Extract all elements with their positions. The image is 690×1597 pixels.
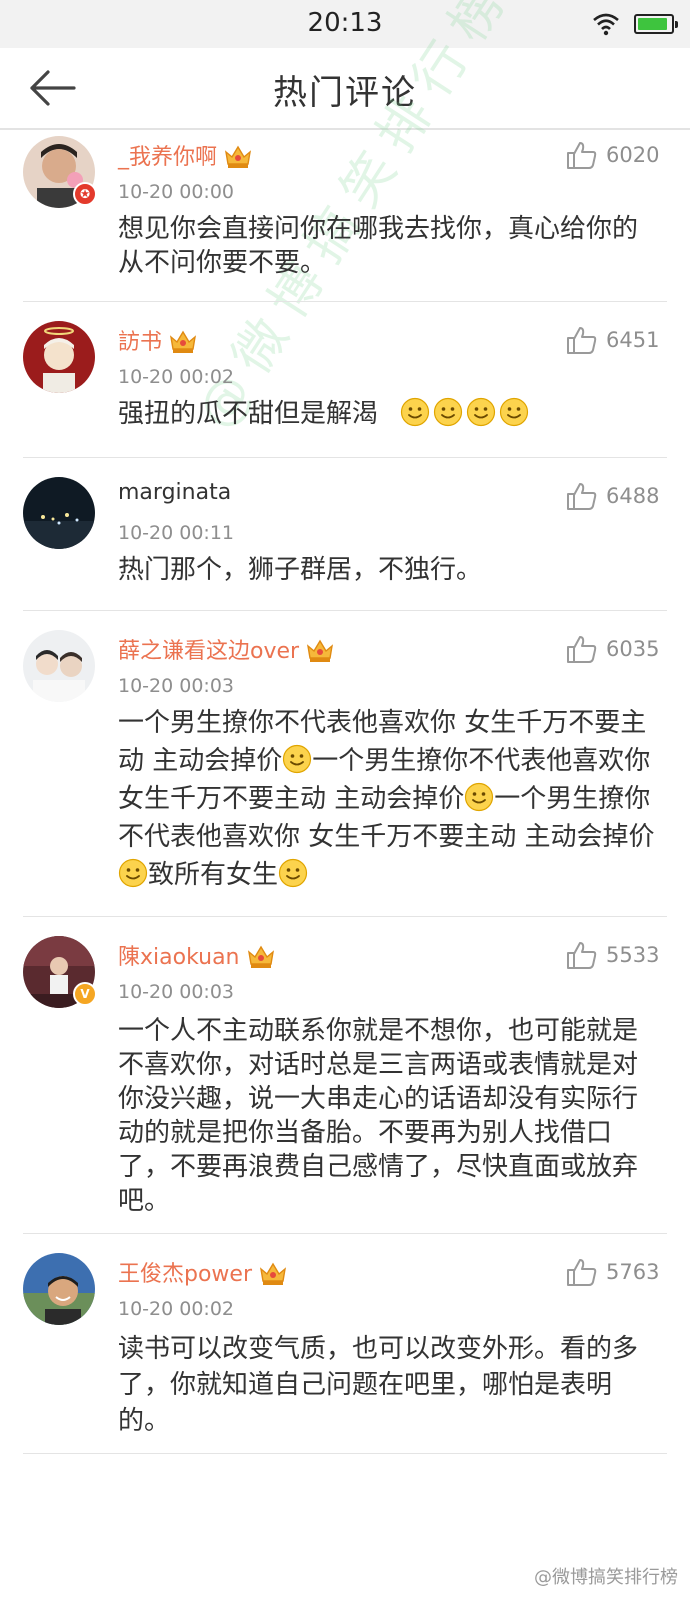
thumbs-up-icon: [567, 483, 597, 510]
watermark-bottom: @微博搞笑排行榜: [534, 1567, 678, 1588]
timestamp: 10-20 00:00: [118, 181, 235, 203]
smile-emoji-icon: [433, 397, 463, 427]
username[interactable]: 薛之谦看这边over: [118, 633, 335, 665]
comment-text: 一个人不主动联系你就是不想你，也可能就是不喜欢你，对话时总是三言两语或表情就是对…: [118, 1016, 639, 1216]
thumbs-up-icon: [567, 327, 597, 354]
like-count: 6488: [606, 484, 660, 508]
vip-crown-icon: [168, 327, 198, 355]
thumbs-up-icon: [567, 1259, 597, 1286]
like-button[interactable]: 6020: [566, 138, 666, 174]
emoji-row: [400, 397, 532, 431]
comment-text: 一个男生撩你不代表他喜欢你 女生千万不要主动 主动会掉价 一个男生撩你不代表他喜欢…: [118, 704, 658, 894]
like-count: 6035: [606, 637, 660, 661]
like-count: 6020: [606, 143, 660, 167]
like-button[interactable]: 6488: [566, 479, 666, 515]
username-text: 訪书: [118, 330, 163, 355]
thumbs-up-icon: [567, 636, 597, 663]
verified-badge: ✪: [73, 182, 97, 206]
divider: [23, 916, 667, 917]
nav-bar: 热门评论: [0, 48, 690, 130]
username-text: 薛之谦看这边over: [118, 639, 300, 664]
comment-item: marginata 10-20 00:11 6488 热门那个，狮子群居，不独行…: [0, 469, 690, 611]
like-button[interactable]: 6035: [566, 632, 666, 668]
smile-emoji-icon: [118, 858, 148, 888]
comment-text: 热门那个，狮子群居，不独行。: [118, 555, 483, 585]
divider: [23, 457, 667, 458]
divider: [23, 1233, 667, 1234]
comment-text: 想见你会直接问你在哪我去找你，真心给你的从不问你要不要。: [118, 214, 639, 278]
like-count: 5533: [606, 943, 660, 967]
like-count: 6451: [606, 328, 660, 352]
username[interactable]: _我养你啊: [118, 139, 253, 171]
smile-emoji-icon: [466, 397, 496, 427]
vip-crown-icon: [305, 636, 335, 664]
page-title: 热门评论: [273, 73, 417, 113]
username[interactable]: 王俊杰power: [118, 1256, 288, 1288]
thumbs-up-icon: [567, 942, 597, 969]
vip-crown-icon: [223, 142, 253, 170]
like-button[interactable]: 5763: [566, 1255, 666, 1291]
smile-emoji-icon: [499, 397, 529, 427]
smile-emoji-icon: [282, 744, 312, 774]
avatar[interactable]: [23, 630, 95, 702]
timestamp: 10-20 00:11: [118, 522, 235, 544]
divider: [23, 610, 667, 611]
comment-item: 訪书 10-20 00:02 6451 强扭的瓜不甜但是解渴: [0, 313, 690, 458]
divider: [23, 1453, 667, 1454]
smile-emoji-icon: [400, 397, 430, 427]
like-button[interactable]: 5533: [566, 938, 666, 974]
username[interactable]: 訪书: [118, 324, 198, 356]
smile-emoji-icon: [278, 858, 308, 888]
timestamp: 10-20 00:03: [118, 675, 235, 697]
username-text: _我养你啊: [118, 145, 218, 170]
like-button[interactable]: 6451: [566, 323, 666, 359]
avatar[interactable]: [23, 477, 95, 549]
timestamp: 10-20 00:03: [118, 981, 235, 1003]
username[interactable]: 陳xiaokuan: [118, 939, 276, 971]
comment-text: 读书可以改变气质，也可以改变外形。看的多了，你就知道自己问题在吧里，哪怕是表明的…: [118, 1334, 639, 1436]
thumbs-up-icon: [567, 142, 597, 169]
wifi-icon: [593, 13, 619, 36]
username[interactable]: marginata: [118, 480, 231, 505]
vip-crown-icon: [258, 1259, 288, 1287]
username-text: 陳xiaokuan: [118, 945, 240, 970]
comment-text-part: 致所有女生: [148, 860, 279, 890]
comment-item: 薛之谦看这边over 10-20 00:03 6035 一个男生撩你不代表他喜欢…: [0, 622, 690, 917]
timestamp: 10-20 00:02: [118, 1298, 235, 1320]
status-bar: 20:13: [0, 0, 690, 48]
comment-item: V 陳xiaokuan 10-20 00:03 5533 一个人不主动联系你就是…: [0, 928, 690, 1234]
username-text: 王俊杰power: [118, 1262, 252, 1287]
smile-emoji-icon: [464, 782, 494, 812]
avatar[interactable]: [23, 1253, 95, 1325]
avatar[interactable]: [23, 321, 95, 393]
comment-text: 强扭的瓜不甜但是解渴: [118, 399, 379, 429]
username-text: marginata: [118, 480, 232, 505]
status-time: 20:13: [307, 8, 383, 38]
comment-item: 王俊杰power 10-20 00:02 5763 读书可以改变气质，也可以改变…: [0, 1245, 690, 1454]
divider: [23, 301, 667, 302]
battery-icon: [634, 14, 678, 34]
comment-item: ✪ _我养你啊 10-20 00:00 6020 想见你会直接问你在哪我去找你，…: [0, 128, 690, 302]
battery-level: [638, 18, 667, 30]
vip-crown-icon: [246, 942, 276, 970]
like-count: 5763: [606, 1260, 660, 1284]
timestamp: 10-20 00:02: [118, 366, 235, 388]
verified-badge: V: [73, 982, 97, 1006]
